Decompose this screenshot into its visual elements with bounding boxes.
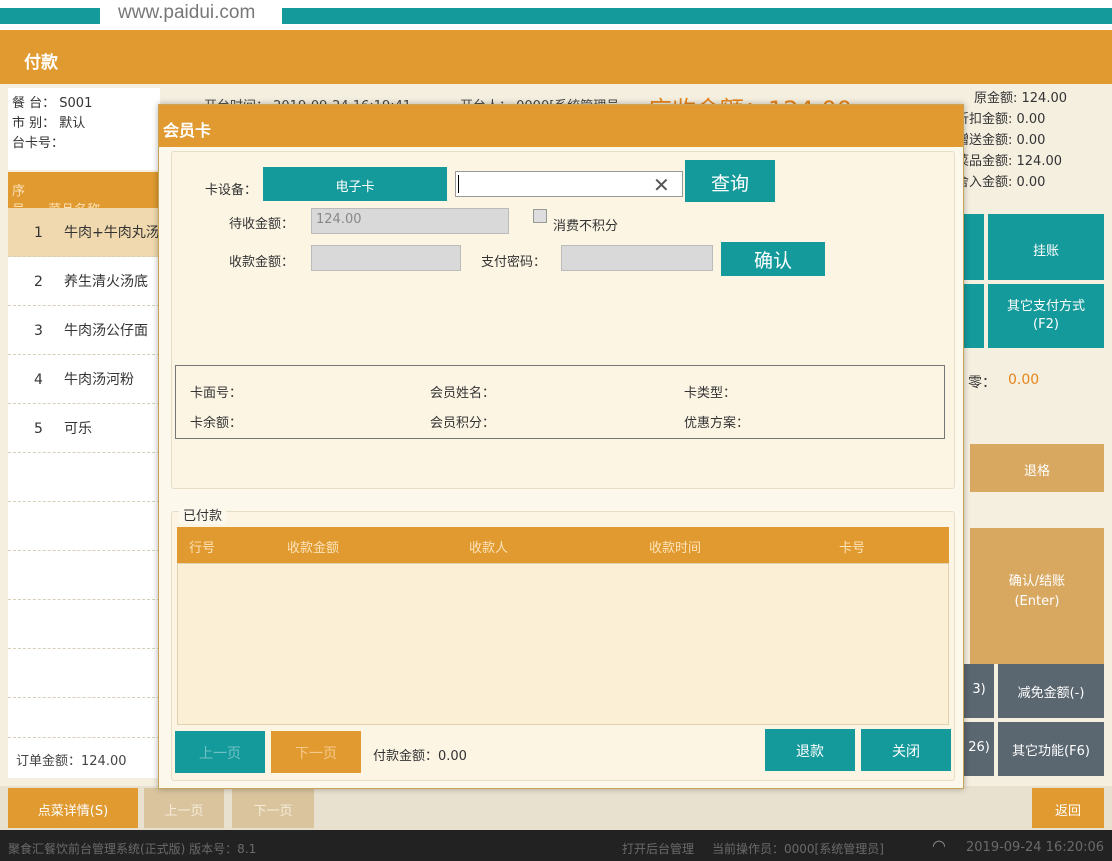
paid-amount: 付款金额：0.00 xyxy=(373,749,467,764)
gift-amount: 赠送金额: 0.00 xyxy=(956,133,1046,148)
table-label: 餐 台： xyxy=(12,96,56,111)
original-amount: 原金额: 124.00 xyxy=(974,91,1067,106)
table-info-panel: 餐 台： S001 市 别： 默认 台卡号： xyxy=(8,88,160,170)
top-strip-right xyxy=(282,8,1112,24)
watermark-text: www.paidui.com xyxy=(118,2,256,23)
card-type-label: 卡类型： xyxy=(684,386,737,401)
card-number-input[interactable] xyxy=(455,171,683,197)
dish-row[interactable]: 3 牛肉汤公仔面 xyxy=(8,306,160,355)
wifi-icon: ◠ xyxy=(932,836,946,855)
dish-row-empty xyxy=(8,502,160,551)
clear-icon[interactable]: ✕ xyxy=(653,173,670,197)
other-payment-button[interactable]: 其它支付方式 (F2) xyxy=(988,284,1104,348)
col-card-no: 卡号 xyxy=(839,541,866,556)
dish-row[interactable]: 2 养生清火汤底 xyxy=(8,257,160,306)
dish-row[interactable]: 4 牛肉汤河粉 xyxy=(8,355,160,404)
refund-dish-button[interactable]: 退格 xyxy=(970,444,1104,492)
dish-row-empty xyxy=(8,551,160,600)
app-version: 聚食汇餐饮前台管理系统(正式版) 版本号：8.1 xyxy=(8,842,257,856)
query-button[interactable]: 查询 xyxy=(685,160,775,202)
dish-row-empty xyxy=(8,698,160,738)
operator-info: 当前操作员：0000[系统管理员] xyxy=(712,842,884,856)
paid-section-label: 已付款 xyxy=(179,505,227,524)
datetime: 2019-09-24 16:20:06 xyxy=(966,840,1105,855)
confirm-button[interactable]: 确认 xyxy=(721,242,825,276)
member-points-label: 会员积分： xyxy=(430,416,496,431)
password-label: 支付密码： xyxy=(481,255,547,270)
dish-row-empty xyxy=(8,600,160,649)
dish-row-empty xyxy=(8,649,160,698)
text-caret xyxy=(458,175,459,193)
next-page-button[interactable]: 下一页 xyxy=(232,788,314,828)
card-info-box: 卡面号： 会员姓名： 卡类型： 卡余额： 会员积分： 优惠方案： xyxy=(175,365,945,439)
col-row-no: 行号 xyxy=(189,541,216,556)
card-balance-label: 卡余额： xyxy=(190,416,243,431)
prev-page-button[interactable]: 上一页 xyxy=(175,731,265,773)
dish-row-empty xyxy=(8,453,160,502)
dialog-title: 会员卡 xyxy=(159,105,963,147)
change-value: 0.00 xyxy=(1008,372,1040,388)
pending-amount-field: 124.00 xyxy=(311,208,509,234)
backend-link[interactable]: 打开后台管理 xyxy=(622,840,694,857)
device-select[interactable]: 电子卡 xyxy=(263,167,447,201)
payment-password-input[interactable] xyxy=(561,245,713,271)
table-value: S001 xyxy=(59,96,93,111)
dish-row[interactable]: 5 可乐 xyxy=(8,404,160,453)
reduce-amount-button[interactable]: 减免金额(-) xyxy=(998,664,1104,718)
prev-page-button[interactable]: 上一页 xyxy=(144,788,224,828)
other-functions-button[interactable]: 其它功能(F6) xyxy=(998,722,1104,776)
amount-summary: 原金额: 124.00 折扣金额: 0.00 赠送金额: 0.00 菜品金额: … xyxy=(956,88,1112,193)
no-points-checkbox[interactable] xyxy=(533,209,547,223)
col-cashier: 收款人 xyxy=(469,541,509,556)
col-time: 收款时间 xyxy=(649,541,702,556)
confirm-checkout-button[interactable]: 确认/结账 (Enter) xyxy=(970,528,1104,664)
card-no-label: 台卡号： xyxy=(12,136,65,151)
hidden-pay-button-b[interactable] xyxy=(964,284,984,348)
card-face-no-label: 卡面号： xyxy=(190,386,243,401)
promo-plan-label: 优惠方案： xyxy=(684,416,750,431)
hidden-pay-button-a[interactable] xyxy=(964,214,984,280)
market-value: 默认 xyxy=(59,116,86,131)
status-bar: 聚食汇餐饮前台管理系统(正式版) 版本号：8.1 打开后台管理 当前操作员：00… xyxy=(0,830,1112,861)
rounding-amount: 舍入金额: 0.00 xyxy=(956,175,1046,190)
no-points-label: 消费不积分 xyxy=(553,219,619,234)
charge-button[interactable]: 挂账 xyxy=(988,214,1104,280)
device-label: 卡设备： xyxy=(205,183,258,198)
dish-detail-button[interactable]: 点菜详情(S) xyxy=(8,788,138,828)
discount-amount: 折扣金额: 0.00 xyxy=(956,112,1046,127)
member-name-label: 会员姓名： xyxy=(430,386,496,401)
receive-label: 收款金额： xyxy=(229,255,295,270)
hidden-button-c[interactable]: 3) xyxy=(964,664,994,718)
hidden-button-d[interactable]: 26) xyxy=(964,722,994,776)
close-button[interactable]: 关闭 xyxy=(861,729,951,771)
change-label: 零： xyxy=(968,375,996,391)
pending-label: 待收金额： xyxy=(229,217,295,232)
back-button[interactable]: 返回 xyxy=(1032,788,1104,828)
dish-list-header: 序号 菜品名称 xyxy=(8,172,160,218)
col-amount: 收款金额 xyxy=(287,541,340,556)
payment-table-header: 行号 收款金额 收款人 收款时间 卡号 xyxy=(177,527,949,563)
market-label: 市 别： xyxy=(12,116,56,131)
top-strip-left xyxy=(0,8,100,24)
member-card-dialog: 会员卡 卡设备： 电子卡 ✕ 查询 待收金额： 124.00 消费不积分 收款金… xyxy=(158,104,964,789)
payment-table-body xyxy=(177,563,949,725)
top-strip: www.paidui.com xyxy=(0,0,1112,30)
receive-amount-input[interactable] xyxy=(311,245,461,271)
dish-amount: 菜品金额: 124.00 xyxy=(956,154,1062,169)
window-title: 付款 xyxy=(0,30,1112,84)
dish-row[interactable]: 1 牛肉+牛肉丸汤 xyxy=(8,208,160,257)
next-page-button[interactable]: 下一页 xyxy=(271,731,361,773)
order-total: 订单金额：124.00 xyxy=(8,738,160,778)
refund-button[interactable]: 退款 xyxy=(765,729,855,771)
